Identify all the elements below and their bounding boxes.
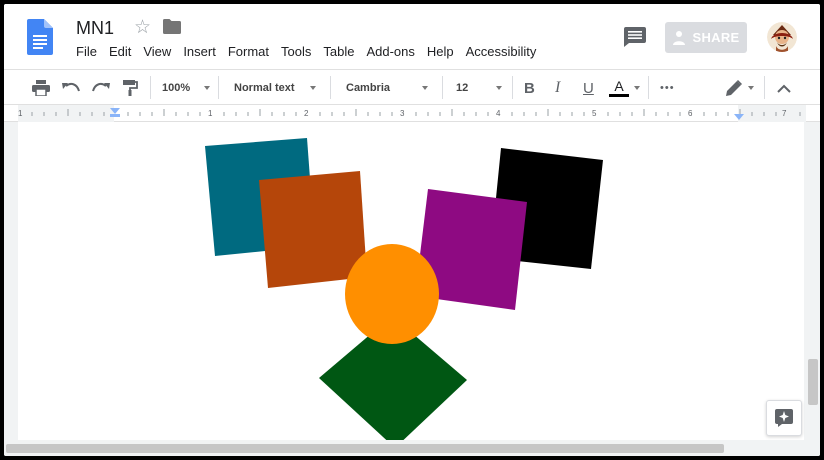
folder-icon[interactable]: [163, 19, 181, 34]
toolbar-divider: [764, 76, 765, 99]
text-color-button[interactable]: A: [609, 70, 629, 106]
orange-circle[interactable]: [345, 244, 439, 344]
chevron-down-icon: [204, 86, 210, 90]
toolbar-divider: [648, 76, 649, 99]
comment-icon[interactable]: [624, 27, 646, 47]
menu-file[interactable]: File: [70, 43, 103, 61]
share-label: SHARE: [692, 30, 740, 45]
text-color-swatch: [609, 94, 629, 97]
chevron-down-icon: [496, 86, 502, 90]
docs-window: MN1 ☆ File Edit View Insert Format Tools…: [4, 4, 820, 456]
pencil-icon: [726, 80, 742, 96]
print-icon: [32, 80, 50, 96]
menu-accessibility[interactable]: Accessibility: [460, 43, 543, 61]
star-icon[interactable]: ☆: [134, 16, 151, 39]
explore-icon: [775, 409, 793, 427]
explore-button[interactable]: [766, 400, 802, 436]
menu-bar: File Edit View Insert Format Tools Table…: [70, 43, 542, 61]
more-icon: •••: [660, 82, 675, 94]
document-page[interactable]: [18, 122, 804, 440]
avatar-image: [767, 22, 797, 52]
ruler-label: 6: [688, 109, 693, 118]
font-dropdown[interactable]: Cambria: [346, 70, 426, 106]
redo-icon: [92, 82, 110, 92]
ruler: 1 1 2 3 4 5 6 7: [4, 105, 820, 122]
menu-view[interactable]: View: [137, 43, 177, 61]
collapse-toolbar-button[interactable]: [777, 70, 791, 106]
paragraph-style-dropdown[interactable]: Normal text: [234, 70, 314, 106]
ruler-label: 5: [592, 109, 597, 118]
bold-icon: B: [524, 79, 535, 97]
font-size-value: 12: [456, 82, 469, 94]
toolbar-divider: [150, 76, 151, 99]
toolbar-divider: [442, 76, 443, 99]
avatar[interactable]: [767, 22, 797, 52]
title-bar: MN1 ☆ File Edit View Insert Format Tools…: [4, 4, 820, 69]
menu-edit[interactable]: Edit: [103, 43, 137, 61]
italic-icon: I: [555, 79, 561, 96]
toolbar-divider: [218, 76, 219, 99]
menu-addons[interactable]: Add-ons: [360, 43, 420, 61]
menu-help[interactable]: Help: [421, 43, 460, 61]
horizontal-scrollbar-thumb[interactable]: [6, 444, 724, 453]
ruler-label: 1: [208, 109, 213, 118]
ruler-label: 4: [496, 109, 501, 118]
bold-button[interactable]: B: [524, 70, 535, 106]
chevron-down-icon: [422, 86, 428, 90]
chevron-down-icon: [634, 86, 640, 90]
font-size-dropdown[interactable]: 12: [456, 70, 496, 106]
ruler-label: 2: [304, 109, 309, 118]
first-line-indent-marker[interactable]: [110, 114, 120, 117]
toolbar-divider: [512, 76, 513, 99]
lock-icon: [673, 30, 686, 45]
underline-icon: U: [583, 79, 594, 97]
menu-tools[interactable]: Tools: [275, 43, 317, 61]
share-button[interactable]: SHARE: [665, 22, 747, 53]
print-button[interactable]: [32, 70, 50, 106]
docs-logo-icon[interactable]: [27, 19, 53, 55]
toolbar: 100% Normal text Cambria 12 B I U A •••: [4, 69, 820, 105]
vertical-scrollbar-thumb[interactable]: [808, 359, 818, 405]
redo-button[interactable]: [92, 70, 110, 106]
toolbar-divider: [330, 76, 331, 99]
undo-icon: [62, 82, 80, 92]
zoom-value: 100%: [162, 82, 191, 94]
document-title[interactable]: MN1: [76, 18, 114, 39]
menu-format[interactable]: Format: [222, 43, 275, 61]
ruler-scale: 1 1 2 3 4 5 6 7: [18, 105, 806, 122]
underline-button[interactable]: U: [583, 70, 594, 106]
italic-button[interactable]: I: [555, 70, 560, 106]
ruler-label: 1: [18, 109, 23, 118]
text-color-icon: A: [614, 78, 624, 94]
ruler-label: 7: [782, 109, 787, 118]
more-button[interactable]: •••: [660, 70, 675, 106]
menu-table[interactable]: Table: [317, 43, 360, 61]
ruler-label: 3: [400, 109, 405, 118]
menu-insert[interactable]: Insert: [177, 43, 222, 61]
drawing[interactable]: [18, 122, 804, 440]
paint-format-icon: [123, 80, 138, 96]
undo-button[interactable]: [62, 70, 80, 106]
chevron-down-icon: [310, 86, 316, 90]
chevron-up-icon: [777, 84, 791, 93]
paragraph-style-value: Normal text: [234, 82, 295, 94]
chevron-down-icon: [748, 86, 754, 90]
font-value: Cambria: [346, 82, 391, 94]
paint-format-button[interactable]: [122, 70, 138, 106]
editing-mode-button[interactable]: [726, 70, 742, 106]
